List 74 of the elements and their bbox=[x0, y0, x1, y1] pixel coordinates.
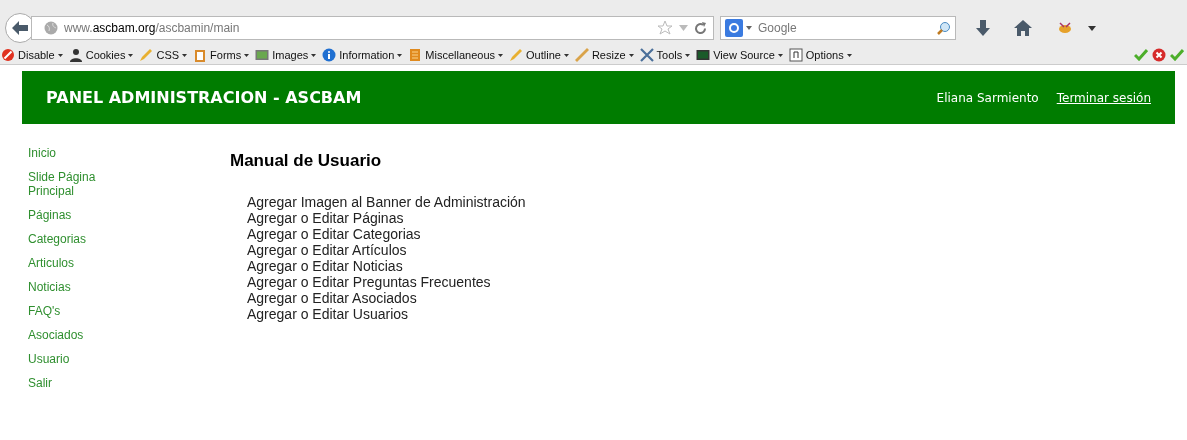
toolbar-menu[interactable]: Options bbox=[788, 46, 852, 64]
caret-icon bbox=[182, 53, 188, 57]
error-icon[interactable] bbox=[1152, 48, 1166, 62]
caret-icon bbox=[563, 53, 569, 57]
caret-icon bbox=[57, 53, 63, 57]
manual-link[interactable]: Agregar o Editar Asociados bbox=[247, 289, 526, 306]
manual-link[interactable]: Agregar o Editar Categorias bbox=[247, 225, 526, 242]
caret-icon[interactable] bbox=[1088, 25, 1096, 31]
clipboard-icon bbox=[193, 48, 208, 62]
toolbar-menu[interactable]: View Source bbox=[696, 46, 783, 64]
reload-icon[interactable] bbox=[694, 21, 707, 35]
pencil-icon bbox=[139, 48, 154, 62]
caret-icon bbox=[244, 53, 250, 57]
caret-icon bbox=[685, 53, 691, 57]
toolbar-menu[interactable]: Disable bbox=[1, 46, 63, 64]
toolbar-menu[interactable]: CSS bbox=[139, 46, 188, 64]
caret-icon bbox=[128, 53, 134, 57]
user-name: Eliana Sarmiento bbox=[936, 89, 1039, 107]
toolbar-menu[interactable]: Cookies bbox=[68, 46, 134, 64]
g-logo-icon[interactable] bbox=[725, 19, 743, 37]
star-icon[interactable] bbox=[657, 20, 673, 36]
manual-link[interactable]: Agregar o Editar Preguntas Frecuentes bbox=[247, 273, 526, 290]
manual-link[interactable]: Agregar o Editar Noticias bbox=[247, 257, 526, 274]
sidebar-link[interactable]: Salir bbox=[28, 376, 128, 390]
toolbar-menu[interactable]: Outline bbox=[509, 46, 569, 64]
pencil-icon bbox=[509, 48, 524, 62]
address-field[interactable]: www.ascbam.org/ascbamin/main bbox=[31, 16, 714, 40]
caret-icon bbox=[498, 53, 504, 57]
page-heading: Manual de Usuario bbox=[230, 150, 383, 172]
caret-icon bbox=[397, 53, 403, 57]
terminal-icon bbox=[696, 48, 711, 62]
manual-link[interactable]: Agregar o Editar Páginas bbox=[247, 209, 526, 226]
person-icon bbox=[68, 48, 83, 62]
sidebar-link[interactable]: Articulos bbox=[28, 256, 128, 270]
caret-icon bbox=[846, 53, 852, 57]
logout-link[interactable]: Terminar sesión bbox=[1056, 88, 1151, 107]
sidebar-link[interactable]: FAQ's bbox=[28, 304, 128, 318]
manual-link[interactable]: Agregar o Editar Artículos bbox=[247, 241, 526, 258]
book-icon bbox=[408, 48, 423, 62]
left-arrow-icon bbox=[12, 21, 28, 35]
toolbar-menu[interactable]: Information bbox=[322, 46, 403, 64]
toolbar-menu[interactable]: Forms bbox=[193, 46, 250, 64]
caret-icon bbox=[628, 53, 634, 57]
manual-link[interactable]: Agregar Imagen al Banner de Administración bbox=[247, 193, 526, 210]
info-icon bbox=[322, 48, 337, 62]
toolbar-menu[interactable]: Tools bbox=[639, 46, 691, 64]
caret-icon bbox=[311, 53, 317, 57]
sidebar-link[interactable]: Categorias bbox=[28, 232, 128, 246]
search-icon[interactable] bbox=[937, 21, 951, 35]
sidebar-link[interactable]: Noticias bbox=[28, 280, 128, 294]
ruler-icon bbox=[574, 48, 589, 62]
sidebar-link[interactable]: Asociados bbox=[28, 328, 128, 342]
image-icon bbox=[255, 48, 270, 62]
checkmark-icon[interactable] bbox=[1170, 49, 1184, 61]
toolbar-menu[interactable]: Images bbox=[255, 46, 317, 64]
globe-icon bbox=[44, 21, 58, 35]
download-icon[interactable] bbox=[976, 20, 990, 36]
panel-title: PANEL ADMINISTRACION - ASCBAM bbox=[46, 86, 362, 109]
sidebar-link[interactable]: Slide Página Principal bbox=[28, 170, 128, 198]
caret-icon bbox=[777, 53, 783, 57]
toolbar-menu[interactable]: Resize bbox=[574, 46, 634, 64]
prohibited-icon bbox=[1, 48, 15, 62]
home-icon[interactable] bbox=[1014, 20, 1032, 36]
sidebar-link[interactable]: Páginas bbox=[28, 208, 128, 222]
manual-link[interactable]: Agregar o Editar Usuarios bbox=[247, 305, 526, 322]
checkmark-icon[interactable] bbox=[1134, 49, 1148, 61]
search-field[interactable]: Google bbox=[720, 16, 956, 40]
sidebar-link[interactable]: Usuario bbox=[28, 352, 128, 366]
search-placeholder: Google bbox=[758, 20, 797, 37]
url-text: www.ascbam.org/ascbamin/main bbox=[64, 20, 240, 37]
options-icon bbox=[788, 48, 803, 62]
caret-icon[interactable] bbox=[746, 26, 752, 30]
sidebar-link[interactable]: Inicio bbox=[28, 146, 128, 160]
toolbar-menu[interactable]: Miscellaneous bbox=[408, 46, 504, 64]
